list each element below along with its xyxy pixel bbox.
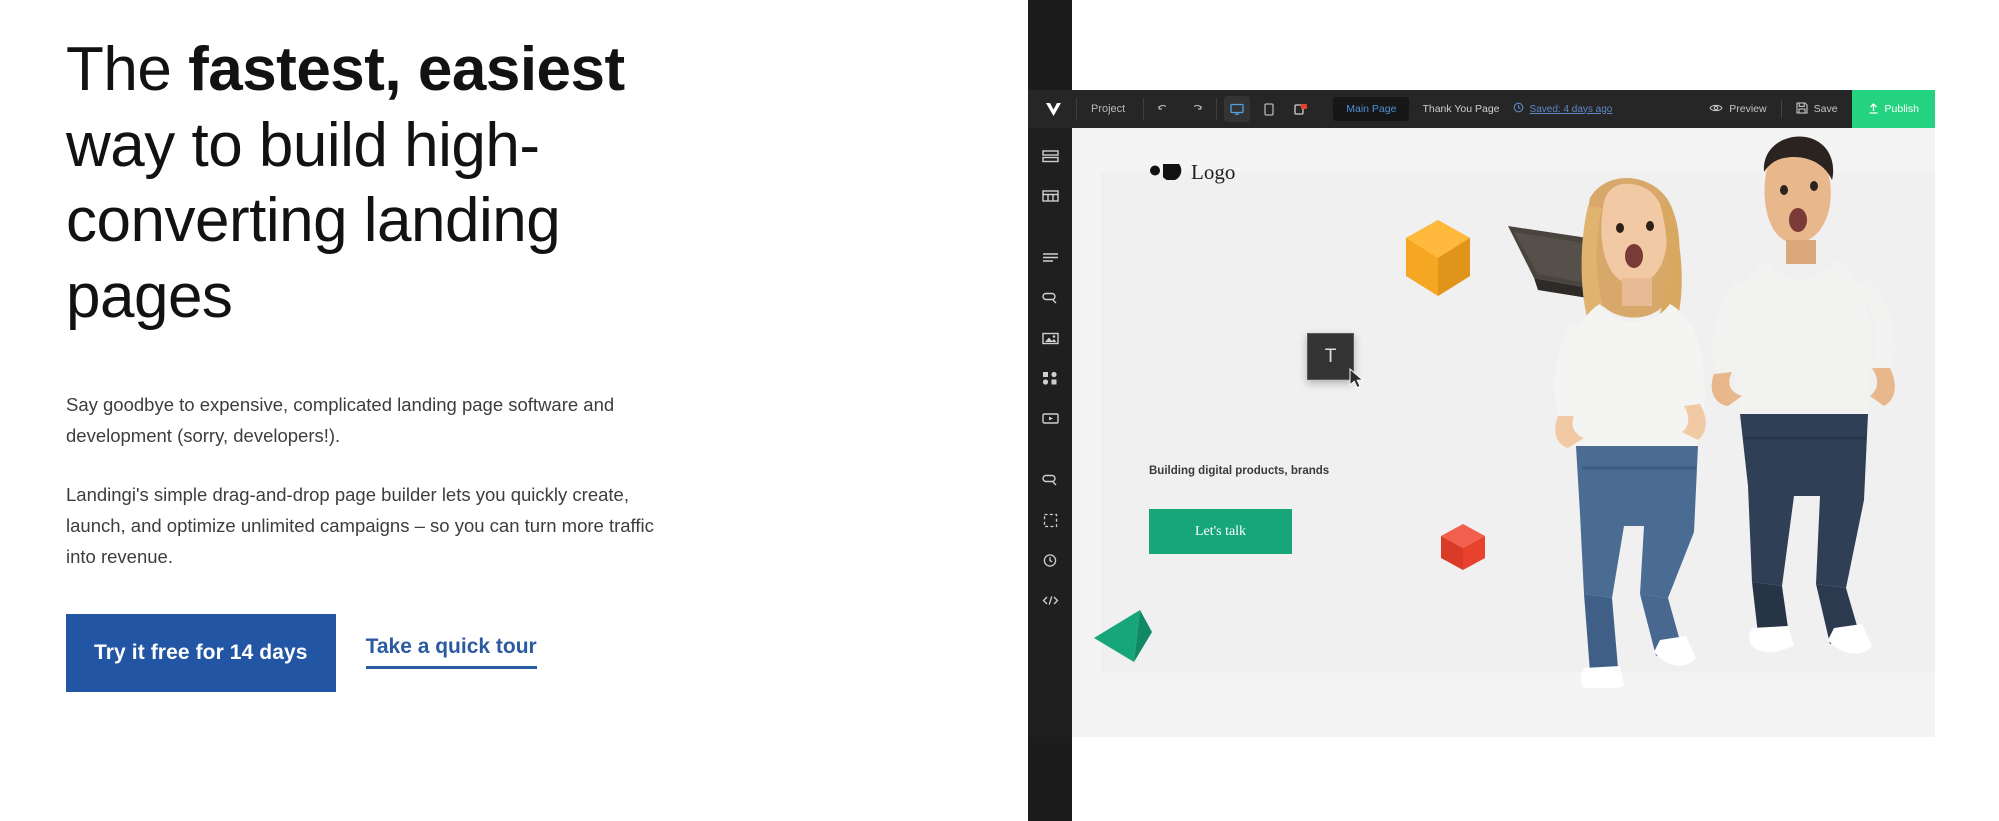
app-window: Project Main Page Thank You Page Saved: … <box>1028 0 1935 821</box>
toolbar-divider-4 <box>1780 100 1782 118</box>
tab-thank-you-page[interactable]: Thank You Page <box>1409 97 1512 121</box>
headline-part-2: way to build high-converting landing pag… <box>66 110 561 331</box>
product-screenshot: Project Main Page Thank You Page Saved: … <box>1028 0 1999 821</box>
button-icon[interactable] <box>1036 284 1064 312</box>
save-button[interactable]: Save <box>1786 101 1848 117</box>
hero-paragraph-2: Landingi's simple drag-and-drop page bui… <box>66 483 654 567</box>
yellow-hexagon-shape <box>1398 216 1478 305</box>
timer-icon[interactable] <box>1036 546 1064 574</box>
quick-tour-link[interactable]: Take a quick tour <box>365 636 537 670</box>
history-controls <box>1148 96 1212 122</box>
preview-button[interactable]: Preview <box>1699 103 1776 116</box>
people-photo <box>1472 128 1935 693</box>
tab-main-page[interactable]: Main Page <box>1333 97 1410 121</box>
toolbar-divider-3 <box>1216 98 1218 120</box>
project-name-label[interactable]: Project <box>1081 103 1139 115</box>
undo-icon[interactable] <box>1151 96 1177 122</box>
person-woman <box>1554 177 1706 693</box>
toolbar-divider-2 <box>1143 98 1145 120</box>
desktop-view-icon[interactable] <box>1224 96 1251 122</box>
canvas-lets-talk-button[interactable]: Let's talk <box>1149 509 1292 554</box>
publish-label: Publish <box>1884 103 1919 115</box>
form-icon[interactable] <box>1036 466 1064 494</box>
brand-mark-icon <box>1149 161 1183 185</box>
toolbar-actions: Preview Save Publish <box>1699 90 1935 128</box>
floppy-disk-icon <box>1796 101 1808 117</box>
preview-label: Preview <box>1729 103 1767 115</box>
saved-status[interactable]: Saved: 4 days ago <box>1513 102 1613 116</box>
try-free-button[interactable]: Try it free for 14 days <box>66 613 336 692</box>
redo-icon[interactable] <box>1183 96 1209 122</box>
upload-icon <box>1868 102 1879 117</box>
page-tabs: Main Page Thank You Page <box>1333 97 1512 121</box>
canvas-logo[interactable]: Logo <box>1149 160 1235 185</box>
clock-icon <box>1513 102 1524 116</box>
publish-button[interactable]: Publish <box>1851 90 1935 128</box>
person-man <box>1711 136 1895 654</box>
text-block-icon[interactable] <box>1036 244 1064 272</box>
toolbar-divider-1 <box>1076 98 1077 120</box>
headline-emphasis: fastest, easiest <box>188 35 625 104</box>
mouse-pointer-icon <box>1349 367 1365 390</box>
video-icon[interactable] <box>1036 404 1064 432</box>
canvas-logo-label: Logo <box>1191 160 1236 184</box>
image-icon[interactable] <box>1036 324 1064 352</box>
app-toolbar: Project Main Page Thank You Page Saved: … <box>1028 90 1935 128</box>
icons-icon[interactable] <box>1036 364 1064 392</box>
canvas-subheadline[interactable]: Building digital products, brands <box>1149 465 1329 477</box>
app-canvas[interactable]: Logo Building digital products, brands L… <box>1072 128 1935 737</box>
saved-status-label: Saved: 4 days ago <box>1529 103 1613 115</box>
section-icon[interactable] <box>1036 142 1064 170</box>
mobile-view-icon[interactable] <box>1256 96 1282 122</box>
hero-text-column: The fastest, easiest way to build high-c… <box>0 0 1028 821</box>
eye-icon <box>1709 103 1723 116</box>
cta-row: Try it free for 14 days Take a quick tou… <box>66 613 1028 692</box>
page-title: The fastest, easiest way to build high-c… <box>66 32 666 335</box>
code-icon[interactable] <box>1036 586 1064 614</box>
hero-paragraph-1: Say goodbye to expensive, complicated la… <box>66 393 615 446</box>
layout-icon[interactable] <box>1036 182 1064 210</box>
text-tool-tile[interactable]: T <box>1307 333 1354 380</box>
box-icon[interactable] <box>1036 506 1064 534</box>
popup-view-icon[interactable] <box>1288 96 1314 122</box>
landing-hero-page: The fastest, easiest way to build high-c… <box>0 0 1999 821</box>
green-tetrahedron-shape <box>1092 604 1160 671</box>
landingi-logo-icon[interactable] <box>1034 90 1072 128</box>
app-tool-sidebar <box>1028 128 1072 737</box>
view-mode-controls <box>1221 96 1317 122</box>
save-label: Save <box>1813 103 1838 115</box>
headline-part-1: The <box>66 35 189 104</box>
